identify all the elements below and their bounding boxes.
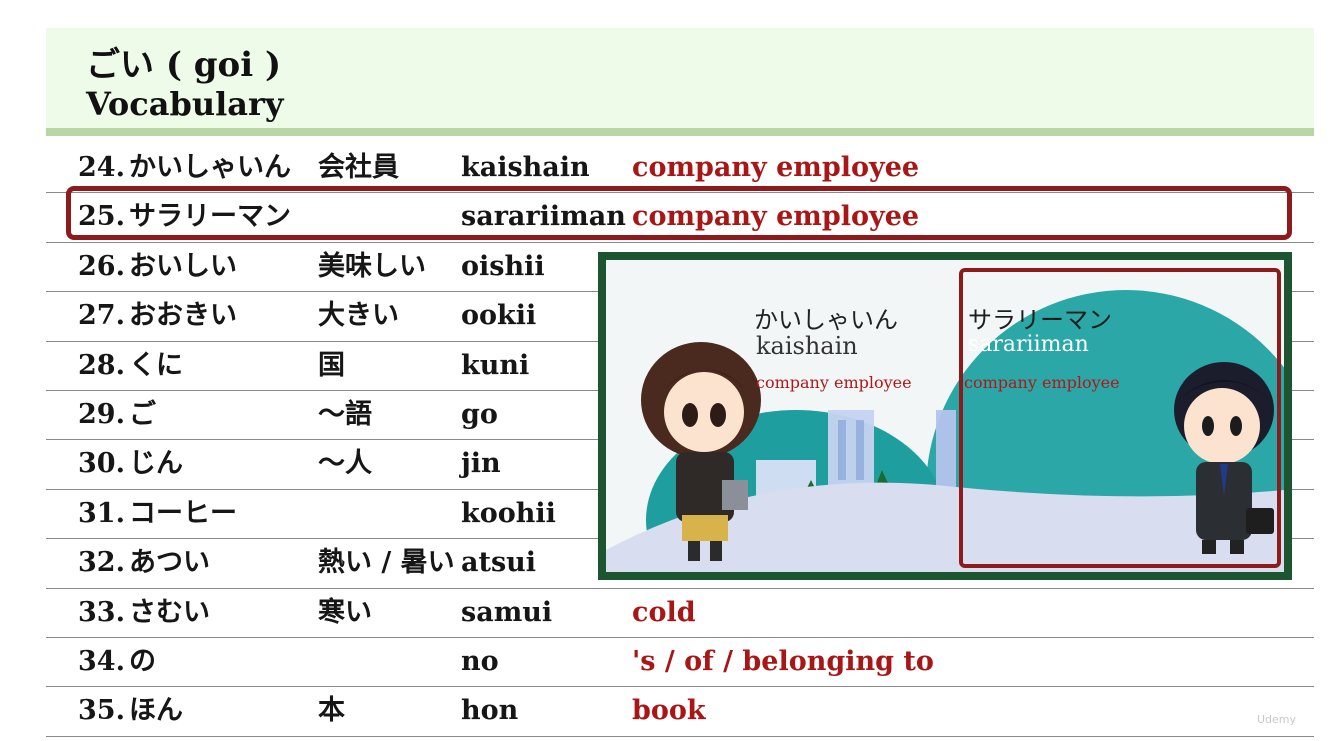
- row-kana: さむい: [128, 596, 210, 628]
- row-number: 31.: [78, 497, 125, 529]
- illus-left-english: company employee: [756, 373, 912, 392]
- row-number-and-kana: 33. さむい: [78, 589, 210, 637]
- row-romaji: oishii: [461, 250, 545, 282]
- table-row: 33. さむい 寒い samui cold: [46, 589, 1314, 638]
- row-romaji: atsui: [461, 547, 537, 579]
- row-kana: ほん: [128, 695, 183, 727]
- row-number-and-kana: 29. ご: [78, 391, 156, 439]
- row-romaji: ookii: [461, 300, 537, 332]
- row-romaji: kuni: [461, 349, 530, 381]
- row-number-and-kana: 31. コーヒー: [78, 490, 237, 538]
- header-title-japanese: ごい ( goi ): [86, 45, 282, 85]
- row-kana: くに: [128, 349, 183, 381]
- row-kana: の: [128, 646, 156, 677]
- row-number: 32.: [78, 547, 125, 579]
- row-kanji: 本: [318, 695, 345, 727]
- illustration-scene: [606, 260, 1284, 572]
- row-25-highlight-box: [66, 186, 1292, 240]
- row-kanji: 大きい: [318, 300, 399, 332]
- row-romaji: hon: [461, 695, 519, 727]
- row-kana: ご: [128, 399, 156, 430]
- row-number-and-kana: 27. おおきい: [78, 292, 237, 340]
- illus-right-english: company employee: [964, 373, 1120, 392]
- row-number-and-kana: 32. あつい: [78, 539, 210, 587]
- row-romaji: no: [461, 646, 499, 677]
- illus-right-kana: サラリーマン: [968, 306, 1112, 334]
- row-number-and-kana: 28. くに: [78, 342, 183, 390]
- row-kana: おおきい: [128, 300, 237, 332]
- row-number: 28.: [78, 349, 125, 381]
- row-number-and-kana: 26. おいしい: [78, 243, 237, 291]
- row-english: cold: [632, 596, 696, 628]
- illus-left-romaji: kaishain: [756, 332, 858, 360]
- row-number: 26.: [78, 250, 125, 282]
- row-number-and-kana: 30. じん: [78, 440, 183, 488]
- row-romaji: samui: [461, 596, 553, 628]
- row-romaji: koohii: [461, 497, 556, 529]
- table-row: 34. の no 's / of / belonging to: [46, 638, 1314, 688]
- row-kanji: 会社員: [318, 152, 399, 183]
- illus-left-kana: かいしゃいん: [754, 306, 898, 334]
- row-number: 27.: [78, 300, 125, 332]
- table-row: 35. ほん 本 hon book: [46, 687, 1314, 737]
- row-number: 35.: [78, 695, 125, 727]
- row-kanji: ～語: [318, 399, 372, 430]
- row-number: 34.: [78, 646, 125, 677]
- row-english: book: [632, 695, 706, 727]
- watermark-logo: Udemy: [1256, 713, 1296, 726]
- vocabulary-slide: ごい ( goi ) Vocabulary 24. かいしゃいん 会社員 kaisha…: [46, 28, 1314, 737]
- row-romaji: kaishain: [461, 152, 590, 183]
- row-english: 's / of / belonging to: [632, 646, 934, 677]
- row-kanji: 寒い: [318, 596, 372, 628]
- row-kana: おいしい: [128, 250, 237, 282]
- illustration-panel: かいしゃいん kaishain company employee サラリーマン …: [598, 252, 1292, 580]
- row-kanji: 熱い / 暑い: [318, 547, 455, 579]
- row-number: 33.: [78, 596, 125, 628]
- header-title-english: Vocabulary: [86, 85, 284, 123]
- row-kanji: 美味しい: [318, 250, 426, 282]
- row-number-and-kana: 34. の: [78, 638, 156, 686]
- row-number-and-kana: 24. かいしゃいん: [78, 144, 291, 192]
- row-english: company employee: [632, 152, 920, 183]
- row-number: 24.: [78, 152, 125, 183]
- row-kanji: ～人: [318, 448, 372, 480]
- row-romaji: jin: [461, 448, 501, 480]
- row-kanji: 国: [318, 349, 345, 381]
- row-kana: じん: [128, 448, 183, 480]
- row-number-and-kana: 35. ほん: [78, 687, 183, 735]
- row-kana: かいしゃいん: [128, 152, 291, 183]
- row-number: 29.: [78, 399, 125, 430]
- slide-header: ごい ( goi ) Vocabulary: [46, 28, 1314, 136]
- row-romaji: go: [461, 399, 498, 430]
- row-number: 30.: [78, 448, 125, 480]
- row-kana: コーヒー: [128, 497, 237, 529]
- row-kana: あつい: [128, 547, 210, 579]
- illus-right-romaji: sarariiman: [968, 332, 1089, 357]
